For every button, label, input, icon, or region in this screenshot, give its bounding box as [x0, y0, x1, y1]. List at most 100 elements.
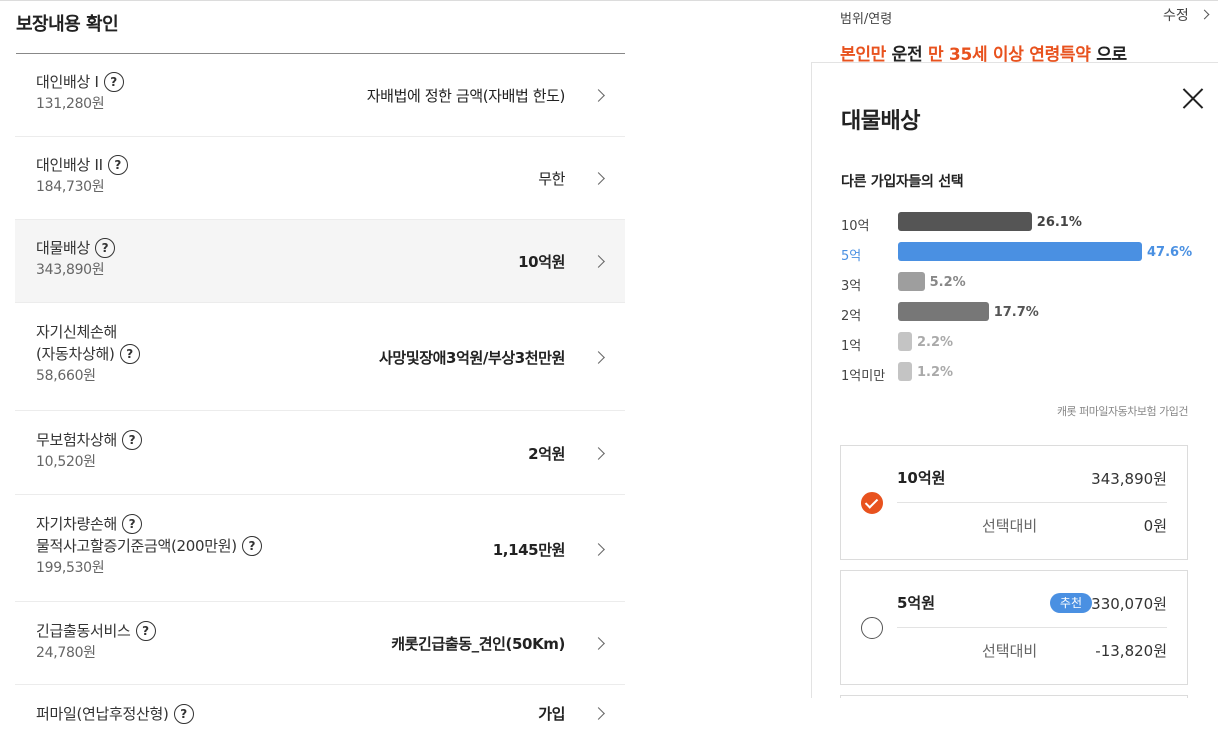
close-icon[interactable]	[1181, 86, 1205, 110]
coverage-name: 긴급출동서비스	[36, 622, 131, 640]
help-icon[interactable]: ?	[122, 430, 143, 450]
coverage-name: (자동차상해)	[36, 345, 115, 363]
radio-checked-icon[interactable]	[861, 492, 883, 514]
coverage-value: 사망및장애3억원/부상3천만원	[379, 349, 565, 367]
coverage-row-uninsured[interactable]: 무보험차상해? 10,520원 2억원	[15, 411, 625, 495]
coverage-value: 1,145만원	[492, 541, 566, 559]
bar-row: 3억 5.2%	[841, 270, 1201, 300]
page-title: 보장내용 확인	[16, 14, 119, 35]
coverage-name-line1: 자기차량손해	[36, 515, 118, 533]
bar	[898, 272, 925, 291]
choice-distribution-chart: 10억 26.1% 5억 47.6% 3억 5.2% 2억 17.7% 1억 2.2% 1억미만 1.…	[841, 210, 1201, 390]
coverage-price: 58,660원	[36, 368, 96, 384]
chevron-right-icon[interactable]	[1199, 9, 1210, 20]
chevron-right-icon	[592, 447, 605, 460]
chevron-right-icon	[592, 637, 605, 650]
option-diff-label: 선택대비	[982, 517, 1038, 535]
edit-link[interactable]: 수정	[1163, 5, 1189, 25]
coverage-panel: 보장내용 확인 대인배상 I? 131,280원 자배법에 정한 금액(자배법 …	[0, 0, 640, 738]
coverage-value: 캐롯긴급출동_견인(50Km)	[391, 635, 565, 653]
coverage-name: 물적사고할증기준금액(200만원)	[36, 537, 237, 555]
option-diff-value: 0원	[1143, 517, 1167, 535]
help-icon[interactable]: ?	[119, 344, 140, 364]
option-amount: 10억원	[897, 469, 946, 487]
recommend-badge: 추천	[1049, 593, 1092, 613]
coverage-price: 343,890원	[36, 262, 105, 278]
coverage-name: 무보험차상해	[36, 431, 118, 449]
option-5eok[interactable]: 5억원 추천 330,070원 선택대비 -13,820원	[840, 570, 1188, 685]
coverage-value: 무한	[538, 170, 565, 188]
chevron-right-icon	[592, 707, 605, 720]
bar-row: 1억미만 1.2%	[841, 360, 1201, 390]
coverage-value: 10억원	[518, 253, 565, 271]
help-icon[interactable]: ?	[241, 536, 262, 556]
coverage-name: 대물배상	[36, 239, 91, 257]
bar-row: 1억 2.2%	[841, 330, 1201, 360]
coverage-row-property[interactable]: 대물배상? 343,890원 10억원	[15, 220, 625, 303]
option-price: 330,070원	[1091, 595, 1167, 613]
option-price: 343,890원	[1091, 470, 1167, 488]
coverage-value: 가입	[538, 705, 565, 723]
coverage-row-bodily-1[interactable]: 대인배상 I? 131,280원 자배법에 정한 금액(자배법 한도)	[15, 54, 625, 137]
bar	[898, 302, 989, 321]
bar-category-label: 1억	[841, 339, 862, 354]
coverage-name: 퍼마일(연납후정산형)	[36, 705, 169, 723]
option-divider	[897, 502, 1167, 503]
bar-category-label: 3억	[841, 279, 862, 294]
coverage-list: 대인배상 I? 131,280원 자배법에 정한 금액(자배법 한도) 대인배상…	[15, 54, 625, 745]
chevron-right-icon	[592, 89, 605, 102]
help-icon[interactable]: ?	[173, 704, 194, 724]
bar-value-label: 5.2%	[929, 275, 966, 290]
coverage-row-self-injury[interactable]: 자기신체손해 (자동차상해)? 58,660원 사망및장애3억원/부상3천만원	[15, 303, 625, 411]
option-diff-label: 선택대비	[982, 642, 1038, 660]
help-icon[interactable]: ?	[122, 514, 143, 534]
bar-row: 5억 47.6%	[841, 240, 1201, 270]
coverage-row-own-vehicle[interactable]: 자기차량손해? 물적사고할증기준금액(200만원)? 199,530원 1,14…	[15, 495, 625, 602]
radio-unchecked-icon[interactable]	[861, 617, 883, 639]
bar	[898, 362, 912, 381]
bar-category-label: 2억	[841, 309, 862, 324]
coverage-name-line1: 자기신체손해	[36, 323, 118, 341]
coverage-row-bodily-2[interactable]: 대인배상 II? 184,730원 무한	[15, 137, 625, 220]
modal-title: 대물배상	[841, 109, 920, 134]
coverage-price: 10,520원	[36, 454, 96, 470]
chart-title: 다른 가입자들의 선택	[841, 174, 964, 190]
coverage-price: 184,730원	[36, 179, 105, 195]
bar	[898, 212, 1032, 231]
coverage-name: 대인배상 II	[36, 156, 103, 174]
bar-row: 2억 17.7%	[841, 300, 1201, 330]
chevron-right-icon	[592, 255, 605, 268]
chevron-right-icon	[592, 172, 605, 185]
bar-value-label: 26.1%	[1036, 215, 1082, 230]
coverage-price: 24,780원	[36, 645, 96, 661]
bar-value-label: 47.6%	[1147, 245, 1193, 260]
help-icon[interactable]: ?	[135, 621, 156, 641]
bar-category-label: 1억미만	[841, 369, 886, 384]
coverage-value: 2억원	[528, 445, 565, 463]
range-label: 범위/연령	[840, 12, 893, 27]
coverage-price: 199,530원	[36, 560, 105, 576]
option-diff-value: -13,820원	[1095, 642, 1167, 660]
option-next[interactable]	[840, 695, 1188, 698]
coverage-price: 131,280원	[36, 96, 105, 112]
bar-row: 10억 26.1%	[841, 210, 1201, 240]
coverage-value: 자배법에 정한 금액(자배법 한도)	[366, 87, 566, 105]
help-icon[interactable]: ?	[95, 238, 116, 258]
coverage-row-emergency[interactable]: 긴급출동서비스? 24,780원 캐롯긴급출동_견인(50Km)	[15, 602, 625, 685]
option-divider	[897, 627, 1167, 628]
bar-value-label: 17.7%	[993, 305, 1039, 320]
chevron-right-icon	[592, 351, 605, 364]
bar	[898, 242, 1142, 261]
bar-category-label: 5억	[841, 249, 862, 264]
chart-source-note: 캐롯 퍼마일자동차보험 가입건	[1056, 405, 1189, 418]
property-damage-modal: 대물배상 다른 가입자들의 선택 10억 26.1% 5억 47.6% 3억 5.2% 2억…	[811, 62, 1218, 698]
coverage-row-per-mile[interactable]: 퍼마일(연납후정산형)? 가입	[15, 685, 625, 745]
help-icon[interactable]: ?	[107, 155, 128, 175]
bar-value-label: 1.2%	[917, 365, 954, 380]
bar	[898, 332, 912, 351]
option-10eok[interactable]: 10억원 343,890원 선택대비 0원	[840, 445, 1188, 560]
chevron-right-icon	[592, 543, 605, 556]
bar-value-label: 2.2%	[917, 335, 954, 350]
help-icon[interactable]: ?	[103, 72, 124, 92]
bar-category-label: 10억	[841, 219, 870, 234]
